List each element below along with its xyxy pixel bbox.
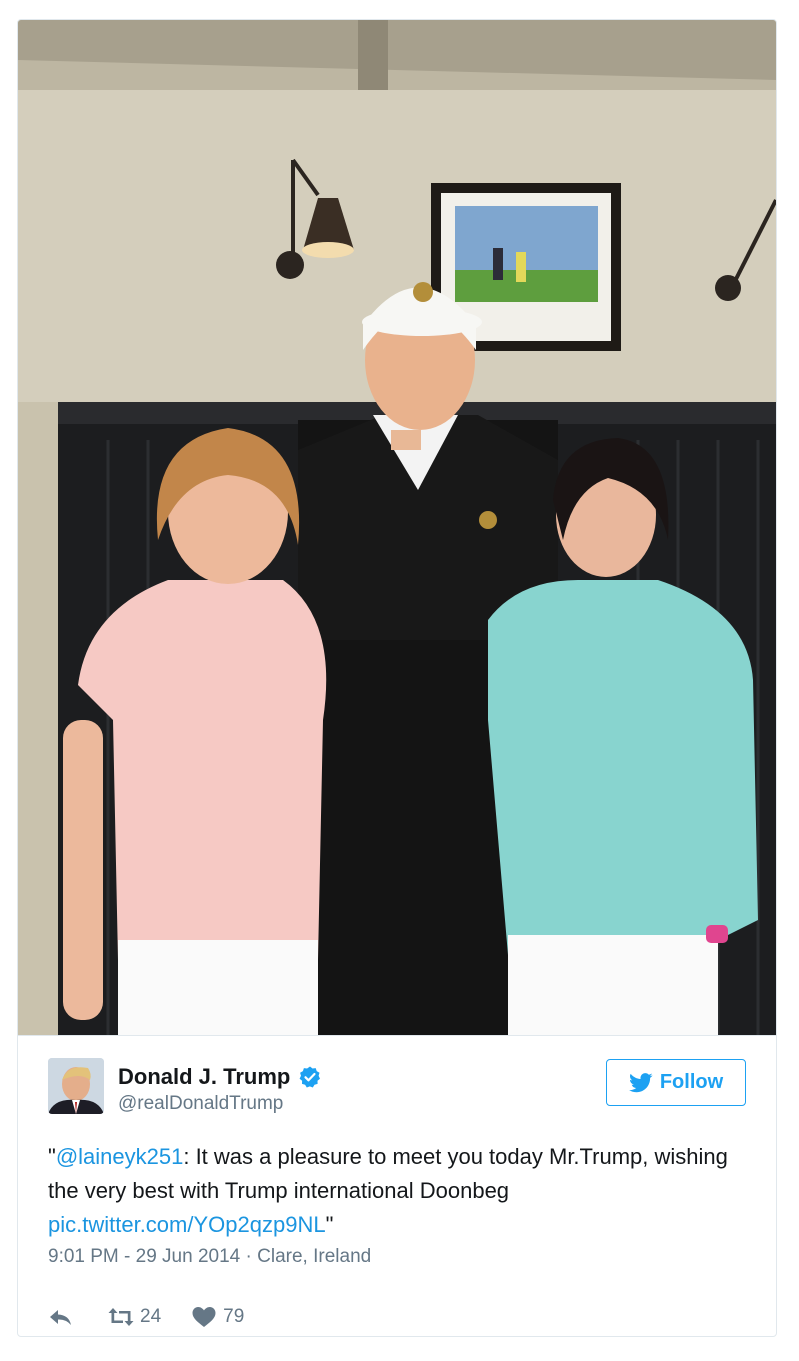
- close-quote: ": [325, 1212, 334, 1237]
- location-link[interactable]: Clare, Ireland: [257, 1246, 371, 1267]
- follow-button[interactable]: Follow: [606, 1059, 746, 1106]
- retweet-button[interactable]: 24: [108, 1306, 161, 1328]
- verified-badge-icon: [299, 1066, 321, 1088]
- author-name-text[interactable]: Donald J. Trump: [118, 1064, 290, 1090]
- author-avatar[interactable]: [48, 1058, 104, 1114]
- follow-label: Follow: [659, 1071, 724, 1093]
- tweet-photo[interactable]: [18, 20, 776, 1035]
- author-handle[interactable]: @realDonaldTrump: [118, 1093, 283, 1115]
- meta-separator: ·: [245, 1246, 252, 1267]
- tweet-actions: 24 79: [48, 1302, 244, 1332]
- pic-link[interactable]: pic.twitter.com/YOp2qzp9NL: [48, 1212, 326, 1237]
- tweet-body: Donald J. Trump @realDonaldTrump Follow …: [18, 1035, 776, 1336]
- open-quote: ": [48, 1144, 56, 1169]
- like-count: 79: [223, 1306, 245, 1327]
- mention-link[interactable]: @laineyk251: [56, 1144, 184, 1169]
- twitter-bird-icon: [628, 1072, 653, 1092]
- tweet-meta: 9:01 PM - 29 Jun 2014 · Clare, Ireland: [48, 1246, 371, 1268]
- author-name[interactable]: Donald J. Trump: [118, 1064, 322, 1090]
- like-button[interactable]: 79: [191, 1306, 244, 1328]
- tweet-text: "@laineyk251: It was a pleasure to meet …: [48, 1140, 748, 1242]
- reply-icon: [50, 1310, 71, 1325]
- timestamp-link[interactable]: 9:01 PM - 29 Jun 2014: [48, 1246, 240, 1267]
- retweet-icon: [108, 1308, 134, 1326]
- heart-icon: [192, 1307, 216, 1327]
- tweet-card: Donald J. Trump @realDonaldTrump Follow …: [17, 19, 777, 1337]
- reply-button[interactable]: [48, 1306, 80, 1328]
- retweet-count: 24: [140, 1306, 162, 1327]
